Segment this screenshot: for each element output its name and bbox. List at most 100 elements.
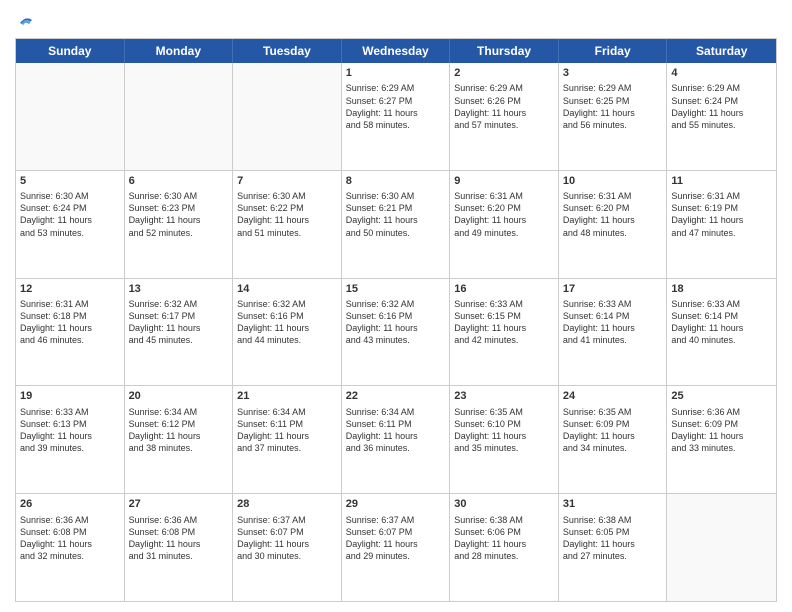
calendar-cell: 11Sunrise: 6:31 AM Sunset: 6:19 PM Dayli… bbox=[667, 171, 776, 278]
calendar-cell bbox=[125, 63, 234, 170]
calendar-row-1: 1Sunrise: 6:29 AM Sunset: 6:27 PM Daylig… bbox=[16, 63, 776, 170]
day-info: Sunrise: 6:35 AM Sunset: 6:10 PM Dayligh… bbox=[454, 406, 554, 455]
header-day-friday: Friday bbox=[559, 39, 668, 63]
day-info: Sunrise: 6:36 AM Sunset: 6:09 PM Dayligh… bbox=[671, 406, 772, 455]
day-number: 12 bbox=[20, 282, 120, 297]
calendar-cell: 14Sunrise: 6:32 AM Sunset: 6:16 PM Dayli… bbox=[233, 279, 342, 386]
calendar-cell: 2Sunrise: 6:29 AM Sunset: 6:26 PM Daylig… bbox=[450, 63, 559, 170]
day-info: Sunrise: 6:37 AM Sunset: 6:07 PM Dayligh… bbox=[346, 514, 446, 563]
day-number: 15 bbox=[346, 282, 446, 297]
day-number: 21 bbox=[237, 389, 337, 404]
header-day-saturday: Saturday bbox=[667, 39, 776, 63]
day-info: Sunrise: 6:38 AM Sunset: 6:06 PM Dayligh… bbox=[454, 514, 554, 563]
day-number: 29 bbox=[346, 497, 446, 512]
day-number: 11 bbox=[671, 174, 772, 189]
day-info: Sunrise: 6:37 AM Sunset: 6:07 PM Dayligh… bbox=[237, 514, 337, 563]
calendar-cell: 19 Sunrise: 6:33 AM Sunset: 6:13 PM Dayli… bbox=[16, 386, 125, 493]
header-day-monday: Monday bbox=[125, 39, 234, 63]
day-info: Sunrise: 6:38 AM Sunset: 6:05 PM Dayligh… bbox=[563, 514, 663, 563]
calendar-cell: 12Sunrise: 6:31 AM Sunset: 6:18 PM Dayli… bbox=[16, 279, 125, 386]
calendar-cell: 8Sunrise: 6:30 AM Sunset: 6:21 PM Daylig… bbox=[342, 171, 451, 278]
calendar-cell: 6Sunrise: 6:30 AM Sunset: 6:23 PM Daylig… bbox=[125, 171, 234, 278]
day-info: Sunrise: 6:29 AM Sunset: 6:26 PM Dayligh… bbox=[454, 82, 554, 131]
calendar-cell: 4Sunrise: 6:29 AM Sunset: 6:24 PM Daylig… bbox=[667, 63, 776, 170]
day-info: Sunrise: 6:29 AM Sunset: 6:25 PM Dayligh… bbox=[563, 82, 663, 131]
day-number: 16 bbox=[454, 282, 554, 297]
calendar-cell bbox=[667, 494, 776, 601]
calendar-cell bbox=[233, 63, 342, 170]
calendar-cell: 3Sunrise: 6:29 AM Sunset: 6:25 PM Daylig… bbox=[559, 63, 668, 170]
calendar-cell: 5Sunrise: 6:30 AM Sunset: 6:24 PM Daylig… bbox=[16, 171, 125, 278]
day-number: 23 bbox=[454, 389, 554, 404]
day-number: 24 bbox=[563, 389, 663, 404]
day-info: Sunrise: 6:34 AM Sunset: 6:12 PM Dayligh… bbox=[129, 406, 229, 455]
calendar-cell: 30 Sunrise: 6:38 AM Sunset: 6:06 PM Dayli… bbox=[450, 494, 559, 601]
day-info: Sunrise: 6:33 AM Sunset: 6:15 PM Dayligh… bbox=[454, 298, 554, 347]
calendar-cell: 28Sunrise: 6:37 AM Sunset: 6:07 PM Dayli… bbox=[233, 494, 342, 601]
header-day-thursday: Thursday bbox=[450, 39, 559, 63]
calendar-cell: 17Sunrise: 6:33 AM Sunset: 6:14 PM Dayli… bbox=[559, 279, 668, 386]
header-day-sunday: Sunday bbox=[16, 39, 125, 63]
calendar-cell: 20 Sunrise: 6:34 AM Sunset: 6:12 PM Dayli… bbox=[125, 386, 234, 493]
day-info: Sunrise: 6:30 AM Sunset: 6:24 PM Dayligh… bbox=[20, 190, 120, 239]
calendar-cell: 10Sunrise: 6:31 AM Sunset: 6:20 PM Dayli… bbox=[559, 171, 668, 278]
calendar-body: 1Sunrise: 6:29 AM Sunset: 6:27 PM Daylig… bbox=[16, 63, 776, 601]
calendar-cell: 7Sunrise: 6:30 AM Sunset: 6:22 PM Daylig… bbox=[233, 171, 342, 278]
calendar-cell: 29 Sunrise: 6:37 AM Sunset: 6:07 PM Dayli… bbox=[342, 494, 451, 601]
logo-icon bbox=[17, 14, 35, 32]
day-number: 22 bbox=[346, 389, 446, 404]
header bbox=[15, 10, 777, 32]
calendar-cell: 31 Sunrise: 6:38 AM Sunset: 6:05 PM Dayli… bbox=[559, 494, 668, 601]
day-number: 13 bbox=[129, 282, 229, 297]
calendar-cell: 21Sunrise: 6:34 AM Sunset: 6:11 PM Dayli… bbox=[233, 386, 342, 493]
calendar-cell: 26Sunrise: 6:36 AM Sunset: 6:08 PM Dayli… bbox=[16, 494, 125, 601]
day-number: 25 bbox=[671, 389, 772, 404]
calendar-cell: 13Sunrise: 6:32 AM Sunset: 6:17 PM Dayli… bbox=[125, 279, 234, 386]
header-day-tuesday: Tuesday bbox=[233, 39, 342, 63]
header-day-wednesday: Wednesday bbox=[342, 39, 451, 63]
calendar-cell: 27Sunrise: 6:36 AM Sunset: 6:08 PM Dayli… bbox=[125, 494, 234, 601]
day-number: 27 bbox=[129, 497, 229, 512]
calendar-cell: 25 Sunrise: 6:36 AM Sunset: 6:09 PM Dayli… bbox=[667, 386, 776, 493]
day-number: 8 bbox=[346, 174, 446, 189]
day-info: Sunrise: 6:33 AM Sunset: 6:14 PM Dayligh… bbox=[671, 298, 772, 347]
calendar-cell: 16Sunrise: 6:33 AM Sunset: 6:15 PM Dayli… bbox=[450, 279, 559, 386]
day-number: 17 bbox=[563, 282, 663, 297]
day-info: Sunrise: 6:30 AM Sunset: 6:22 PM Dayligh… bbox=[237, 190, 337, 239]
calendar-cell: 15Sunrise: 6:32 AM Sunset: 6:16 PM Dayli… bbox=[342, 279, 451, 386]
calendar-cell: 18Sunrise: 6:33 AM Sunset: 6:14 PM Dayli… bbox=[667, 279, 776, 386]
calendar-row-5: 26Sunrise: 6:36 AM Sunset: 6:08 PM Dayli… bbox=[16, 493, 776, 601]
calendar-row-4: 19 Sunrise: 6:33 AM Sunset: 6:13 PM Dayli… bbox=[16, 385, 776, 493]
calendar-row-2: 5Sunrise: 6:30 AM Sunset: 6:24 PM Daylig… bbox=[16, 170, 776, 278]
day-number: 1 bbox=[346, 66, 446, 81]
calendar-header: SundayMondayTuesdayWednesdayThursdayFrid… bbox=[16, 39, 776, 63]
logo bbox=[15, 14, 35, 32]
day-number: 30 bbox=[454, 497, 554, 512]
day-info: Sunrise: 6:34 AM Sunset: 6:11 PM Dayligh… bbox=[346, 406, 446, 455]
day-info: Sunrise: 6:36 AM Sunset: 6:08 PM Dayligh… bbox=[20, 514, 120, 563]
day-number: 3 bbox=[563, 66, 663, 81]
calendar-cell: 24 Sunrise: 6:35 AM Sunset: 6:09 PM Dayli… bbox=[559, 386, 668, 493]
calendar-cell: 23 Sunrise: 6:35 AM Sunset: 6:10 PM Dayli… bbox=[450, 386, 559, 493]
day-info: Sunrise: 6:32 AM Sunset: 6:16 PM Dayligh… bbox=[346, 298, 446, 347]
day-info: Sunrise: 6:31 AM Sunset: 6:20 PM Dayligh… bbox=[454, 190, 554, 239]
calendar-cell: 9Sunrise: 6:31 AM Sunset: 6:20 PM Daylig… bbox=[450, 171, 559, 278]
day-info: Sunrise: 6:29 AM Sunset: 6:24 PM Dayligh… bbox=[671, 82, 772, 131]
day-info: Sunrise: 6:32 AM Sunset: 6:17 PM Dayligh… bbox=[129, 298, 229, 347]
day-number: 31 bbox=[563, 497, 663, 512]
day-number: 19 bbox=[20, 389, 120, 404]
day-info: Sunrise: 6:32 AM Sunset: 6:16 PM Dayligh… bbox=[237, 298, 337, 347]
day-info: Sunrise: 6:31 AM Sunset: 6:19 PM Dayligh… bbox=[671, 190, 772, 239]
calendar: SundayMondayTuesdayWednesdayThursdayFrid… bbox=[15, 38, 777, 602]
day-info: Sunrise: 6:33 AM Sunset: 6:14 PM Dayligh… bbox=[563, 298, 663, 347]
day-info: Sunrise: 6:31 AM Sunset: 6:18 PM Dayligh… bbox=[20, 298, 120, 347]
day-number: 20 bbox=[129, 389, 229, 404]
day-number: 4 bbox=[671, 66, 772, 81]
day-number: 9 bbox=[454, 174, 554, 189]
calendar-cell: 1Sunrise: 6:29 AM Sunset: 6:27 PM Daylig… bbox=[342, 63, 451, 170]
day-info: Sunrise: 6:35 AM Sunset: 6:09 PM Dayligh… bbox=[563, 406, 663, 455]
day-number: 18 bbox=[671, 282, 772, 297]
day-info: Sunrise: 6:33 AM Sunset: 6:13 PM Dayligh… bbox=[20, 406, 120, 455]
day-number: 5 bbox=[20, 174, 120, 189]
day-number: 14 bbox=[237, 282, 337, 297]
